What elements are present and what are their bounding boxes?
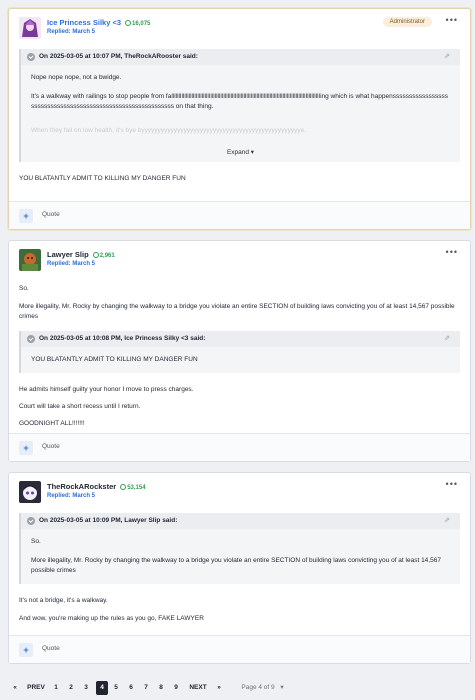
quote-line: It's a walkway with railings to stop peo… [31, 93, 448, 110]
quote-line: YOU BLATANTLY ADMIT TO KILLING MY DANGER… [31, 356, 198, 363]
quote-line: More illegality, Mr. Rocky by changing t… [31, 557, 441, 574]
multiquote-button[interactable]: + [19, 209, 33, 223]
page-link-2[interactable]: 2 [67, 681, 75, 695]
replied-date[interactable]: Replied: March 5 [47, 493, 95, 499]
avatar[interactable] [19, 249, 41, 271]
quote-header: On 2025-03-05 at 10:08 PM, Ice Princess … [21, 331, 460, 347]
username[interactable]: Ice Princess Silky <3 16,075 [47, 18, 150, 27]
more-options-icon[interactable]: ••• [446, 248, 458, 257]
reputation-badge: 16,075 [125, 20, 150, 27]
page-link-current[interactable]: 4 [96, 681, 108, 695]
post-text: GOODNIGHT ALL!!!!!!! [19, 420, 85, 427]
quote-collapse-icon[interactable] [27, 53, 35, 61]
username[interactable]: Lawyer Slip 2,961 [47, 250, 115, 259]
post-text: YOU BLATANTLY ADMIT TO KILLING MY DANGER… [19, 175, 186, 182]
post-text: And wow, you're making up the rules as y… [19, 615, 204, 622]
multiquote-button[interactable]: + [19, 643, 33, 657]
quote-link-icon[interactable]: ⇗ [444, 513, 450, 529]
more-options-icon[interactable]: ••• [446, 16, 458, 25]
role-badge: Administrator [382, 17, 432, 27]
post-1: Ice Princess Silky <3 16,075 Replied: Mar… [8, 8, 471, 230]
multiquote-button[interactable]: + [19, 441, 33, 455]
quote-header: On 2025-03-05 at 10:09 PM, Lawyer Slip s… [21, 513, 460, 529]
reputation-icon [120, 484, 127, 490]
reputation-icon [92, 252, 99, 258]
page-info-dropdown[interactable]: Page 4 of 9 [238, 681, 278, 695]
first-page-button[interactable]: « [10, 681, 20, 695]
quote-button[interactable]: Quote [42, 645, 60, 652]
post-3: TheRockARockster 53,154 Replied: March 5 … [8, 472, 471, 664]
post-text: More illegality, Mr. Rocky by changing t… [19, 303, 455, 320]
expand-button[interactable]: Expand ▾ [21, 144, 460, 162]
quote-button[interactable]: Quote [42, 443, 60, 450]
post-2: Lawyer Slip 2,961 Replied: March 5 ••• So… [8, 240, 471, 462]
next-button[interactable]: NEXT [188, 681, 208, 695]
page-link-8[interactable]: 8 [157, 681, 165, 695]
page-link-3[interactable]: 3 [82, 681, 90, 695]
quote-header: On 2025-03-05 at 10:07 PM, TheRockARoost… [21, 49, 460, 65]
more-options-icon[interactable]: ••• [446, 480, 458, 489]
page-link-9[interactable]: 9 [172, 681, 180, 695]
last-page-button[interactable]: » [214, 681, 224, 695]
post-text: It's not a bridge, it's a walkway. [19, 597, 108, 604]
replied-date[interactable]: Replied: March 5 [47, 261, 95, 267]
avatar[interactable] [19, 17, 41, 39]
chevron-down-icon: ▾ [250, 149, 255, 156]
quote-line: So. [31, 538, 41, 545]
username[interactable]: TheRockARockster 53,154 [47, 482, 146, 491]
quote-collapse-icon[interactable] [27, 517, 35, 525]
quote-block: On 2025-03-05 at 10:07 PM, TheRockARoost… [19, 49, 460, 162]
page-link-5[interactable]: 5 [112, 681, 120, 695]
quote-button[interactable]: Quote [42, 211, 60, 218]
quote-line: Nope nope nope, not a bwidge. [31, 74, 122, 81]
avatar[interactable] [19, 481, 41, 503]
chevron-down-icon[interactable]: ▾ [278, 681, 286, 695]
reputation-badge: 53,154 [120, 484, 146, 491]
quote-block: On 2025-03-05 at 10:08 PM, Ice Princess … [19, 331, 460, 373]
quote-line-faded: When they fall on low health, it's bye b… [31, 127, 307, 134]
quote-link-icon[interactable]: ⇗ [444, 331, 450, 347]
page-link-7[interactable]: 7 [142, 681, 150, 695]
post-text: He admits himself guilty your honor I mo… [19, 386, 194, 393]
reputation-icon [125, 20, 132, 26]
page-link-1[interactable]: 1 [52, 681, 60, 695]
replied-date[interactable]: Replied: March 5 [47, 29, 95, 35]
quote-link-icon[interactable]: ⇗ [444, 49, 450, 65]
post-text: Court will take a short recess until I r… [19, 403, 141, 410]
page-link-6[interactable]: 6 [127, 681, 135, 695]
post-text: So. [19, 285, 29, 292]
quote-collapse-icon[interactable] [27, 335, 35, 343]
quote-block: On 2025-03-05 at 10:09 PM, Lawyer Slip s… [19, 513, 460, 584]
pagination: « PREV 1 2 3 4 5 6 7 8 9 NEXT » Page 4 o… [8, 681, 308, 695]
reputation-badge: 2,961 [92, 252, 115, 259]
prev-button[interactable]: PREV [26, 681, 46, 695]
